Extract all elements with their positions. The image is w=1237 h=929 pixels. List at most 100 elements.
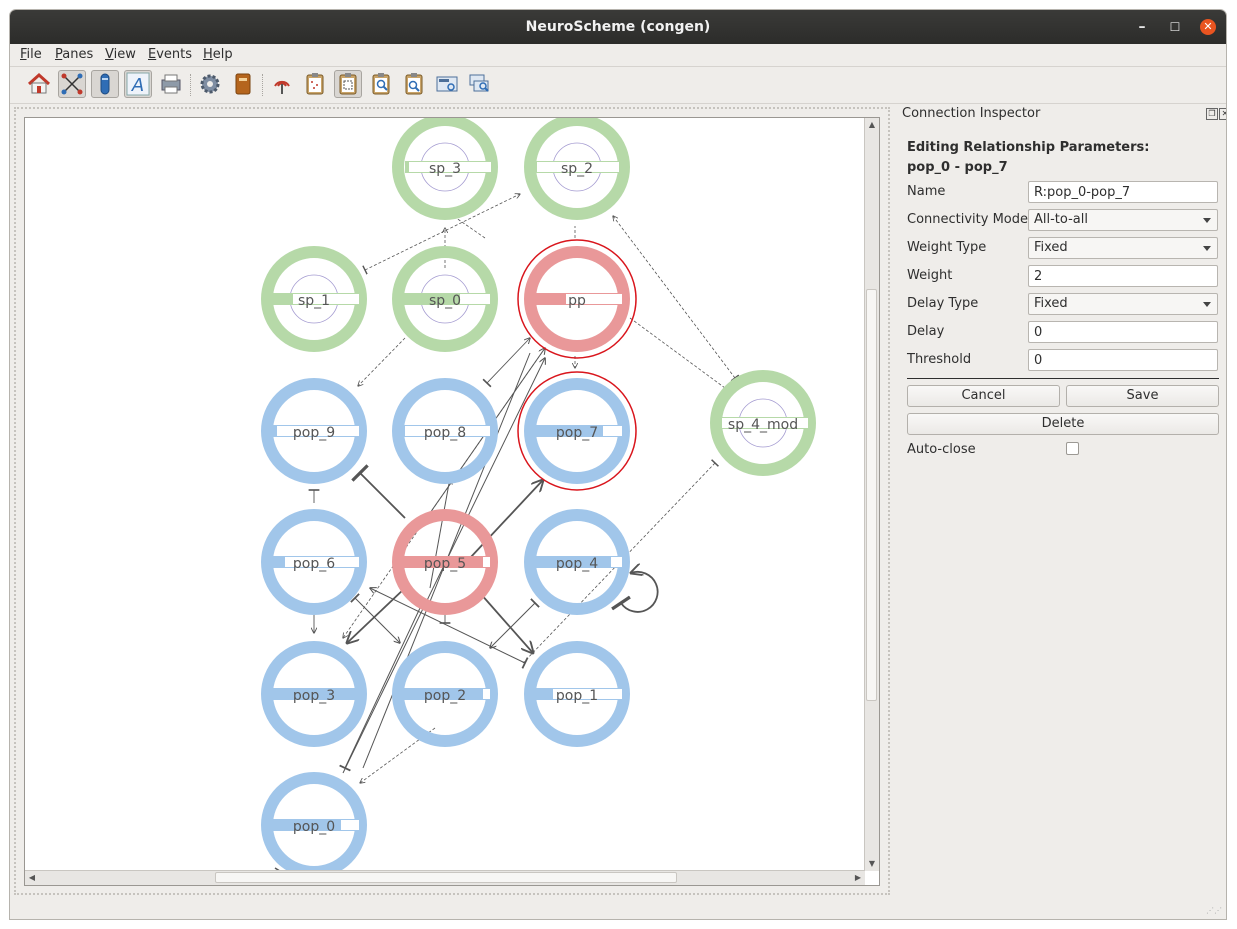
connection-edge[interactable] [479,592,533,653]
delay-type-select[interactable]: Fixed [1028,293,1218,315]
node-pop_5[interactable]: pop_5 [392,509,498,615]
node-pop_1[interactable]: pop_1 [524,641,630,747]
connection-edge[interactable] [629,317,726,389]
delay-label: Delay [907,324,945,339]
connection-edge[interactable] [613,216,735,378]
threshold-field[interactable] [1028,349,1218,371]
menu-view-mnemonic: V [105,47,114,62]
scroll-right-icon[interactable]: ▶ [851,871,865,885]
clipboard-icon [306,73,324,95]
horizontal-scroll-thumb[interactable] [215,872,677,883]
menu-view[interactable]: View [105,47,136,62]
node-pop_4[interactable]: pop_4 [524,509,630,615]
node-label: pop_8 [424,425,466,441]
menu-bar: File Panes View Events Help [10,44,1226,67]
delete-button[interactable]: Delete [907,413,1219,435]
connection-edge[interactable] [355,598,400,643]
node-label: pop_3 [293,688,335,704]
signal-button[interactable] [268,70,296,98]
chevron-down-icon [1203,246,1211,251]
menu-panes[interactable]: Panes [55,47,93,62]
book-button[interactable] [229,70,257,98]
printer-icon [161,74,181,94]
clipboard-icon [339,73,357,95]
node-sp_1[interactable]: sp_1 [261,246,367,352]
menu-view-label: iew [113,47,136,62]
close-dock-icon[interactable]: ✕ [1219,108,1226,120]
node-sp_3[interactable]: sp_3 [392,118,498,220]
screen-capture-button[interactable] [433,70,461,98]
scroll-up-icon[interactable]: ▲ [865,118,879,132]
menu-help[interactable]: Help [203,47,233,62]
cancel-button[interactable]: Cancel [907,385,1060,407]
menu-file[interactable]: File [20,47,42,62]
network-scene[interactable]: sp_3 sp_2 sp_1 sp_0 sp_4_mod pp pop_9 po… [24,117,880,886]
node-pop_9[interactable]: pop_9 [261,378,367,484]
scroll-down-icon[interactable]: ▼ [865,857,879,871]
menu-help-mnemonic: H [203,47,213,62]
connectivity-model-select[interactable]: All-to-all [1028,209,1218,231]
name-label: Name [907,184,946,199]
screen-search-icon [469,74,489,92]
close-button[interactable]: ✕ [1200,19,1216,35]
home-icon [27,72,51,94]
connection-edge[interactable] [351,464,406,519]
clipboard-search-icon [405,73,423,95]
delay-type-value: Fixed [1034,296,1068,311]
clipboard-1-button[interactable] [301,70,329,98]
node-pop_6[interactable]: pop_6 [261,509,367,615]
select-mode-button[interactable] [91,70,119,98]
auto-close-checkbox[interactable] [1066,442,1079,455]
name-field[interactable] [1028,181,1218,203]
node-pop_0[interactable]: pop_0 [261,772,367,878]
clipboard-search-1-button[interactable] [367,70,395,98]
save-button[interactable]: Save [1066,385,1219,407]
delay-field[interactable] [1028,321,1218,343]
float-dock-icon[interactable]: ❐ [1206,108,1218,120]
clipboard-2-button[interactable] [334,70,362,98]
connection-mode-button[interactable] [58,70,86,98]
node-label: sp_1 [298,293,330,309]
vertical-scroll-thumb[interactable] [866,289,877,701]
vertical-scrollbar[interactable]: ▲ ▼ [864,118,879,871]
node-label: sp_0 [429,293,461,309]
node-pp[interactable]: pp [517,239,637,359]
toolbar-separator [190,74,192,96]
dock-title: Connection Inspector [902,106,1041,121]
clipboard-search-2-button[interactable] [400,70,428,98]
screen-search-button[interactable] [466,70,494,98]
weight-type-select[interactable]: Fixed [1028,237,1218,259]
node-pop_2[interactable]: pop_2 [392,641,498,747]
connectivity-model-label: Connectivity Model [907,212,1032,227]
node-sp_4_mod[interactable]: sp_4_mod [710,370,816,476]
print-button[interactable] [157,70,185,98]
connection-edge[interactable] [487,338,530,383]
node-pop_7[interactable]: pop_7 [517,371,637,491]
signal-icon [274,80,290,94]
toolbar-separator [262,74,264,96]
node-label: pp [568,293,586,309]
neuron-tool-icon [100,73,110,95]
connection-edge[interactable] [358,337,406,386]
weight-type-value: Fixed [1034,240,1068,255]
connection-edge[interactable] [347,587,406,643]
connection-edge[interactable] [365,194,520,270]
node-sp_2[interactable]: sp_2 [524,118,630,220]
weight-type-label: Weight Type [907,240,987,255]
weight-field[interactable] [1028,265,1218,287]
maximize-button[interactable]: ☐ [1167,19,1183,35]
node-pop_8[interactable]: pop_8 [392,378,498,484]
settings-button[interactable] [196,70,224,98]
scroll-left-icon[interactable]: ◀ [25,871,39,885]
menu-events[interactable]: Events [148,47,192,62]
node-pop_3[interactable]: pop_3 [261,641,367,747]
connection-edge[interactable] [490,603,535,648]
network-graph[interactable]: sp_3 sp_2 sp_1 sp_0 sp_4_mod pp pop_9 po… [25,118,867,878]
text-mode-button[interactable]: A [124,70,152,98]
weight-label: Weight [907,268,953,283]
minimize-button[interactable]: – [1134,19,1150,35]
horizontal-scrollbar[interactable]: ◀ ▶ [25,870,865,885]
resize-grip-icon[interactable]: ⋰⋰ [1206,906,1222,915]
home-button[interactable] [25,70,53,98]
connection-tool-icon [61,73,83,95]
